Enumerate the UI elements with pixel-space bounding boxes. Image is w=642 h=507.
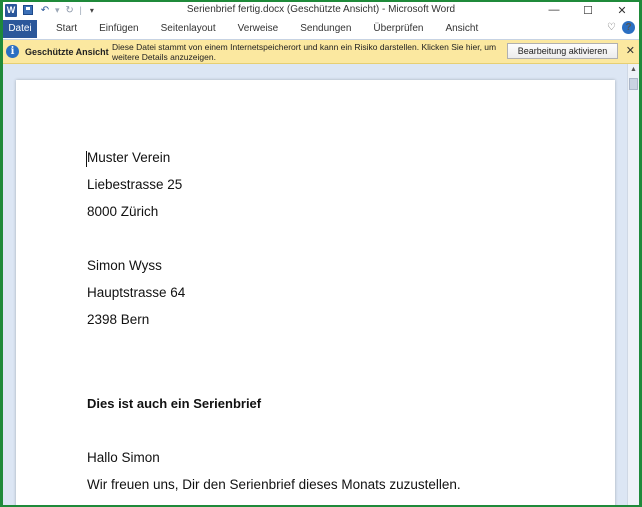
protected-view-title: Geschützte Ansicht [25,46,109,57]
undo-dropdown-icon[interactable]: ▾ [55,5,60,16]
minimize-icon[interactable]: — [537,2,571,18]
close-icon[interactable]: ✕ [605,2,639,18]
tab-ansicht[interactable]: Ansicht [434,20,489,38]
info-icon: i [6,45,19,58]
customize-icon[interactable]: ▾ [85,3,99,17]
help-icon[interactable]: ? [622,21,635,34]
protected-view-bar: i Geschützte Ansicht Diese Datei stammt … [3,40,639,64]
scroll-thumb[interactable] [629,78,638,90]
tab-start[interactable]: Start [45,20,88,38]
document-area: Muster Verein Liebestrasse 25 8000 Züric… [3,64,627,505]
scroll-up-icon[interactable]: ▲ [628,64,639,75]
separator: | [79,5,82,15]
protected-view-message[interactable]: Diese Datei stammt von einem Internetspe… [112,42,500,62]
recipient-city: 2398 Bern [87,312,150,327]
title-bar: W ↶ ▾ ↻ | ▾ Serienbrief fertig.docx (Ges… [3,2,639,18]
document-page[interactable]: Muster Verein Liebestrasse 25 8000 Züric… [16,80,615,505]
sender-city: 8000 Zürich [87,204,159,219]
quick-access-toolbar: W ↶ ▾ ↻ | ▾ [3,2,102,18]
word-window: W ↶ ▾ ↻ | ▾ Serienbrief fertig.docx (Ges… [3,2,639,505]
letter-subject: Dies ist auch ein Serienbrief [87,396,262,411]
sender-street: Liebestrasse 25 [87,177,183,192]
close-icon[interactable]: ✕ [626,44,635,57]
tab-ueberpruefen[interactable]: Überprüfen [362,20,434,38]
tab-seitenlayout[interactable]: Seitenlayout [150,20,227,38]
sender-name: Muster Verein [87,150,171,165]
tab-verweise[interactable]: Verweise [227,20,290,38]
tab-sendungen[interactable]: Sendungen [289,20,362,38]
redo-icon[interactable]: ↻ [63,3,77,17]
greeting: Hallo Simon [87,450,160,465]
vertical-scrollbar[interactable]: ▲ [627,64,639,505]
save-icon[interactable] [21,3,35,17]
recipient-street: Hauptstrasse 64 [87,285,186,300]
ribbon-tabs: Datei Start Einfügen Seitenlayout Verwei… [3,18,639,40]
recipient-name: Simon Wyss [87,258,162,273]
ribbon-collapse-icon[interactable]: ♡ [607,22,616,33]
ribbon-right-controls: ♡ ? [601,21,635,34]
word-logo-icon[interactable]: W [4,3,18,17]
enable-editing-button[interactable]: Bearbeitung aktivieren [507,43,618,59]
body-text: Wir freuen uns, Dir den Serienbrief dies… [87,477,461,492]
undo-icon[interactable]: ↶ [38,3,52,17]
window-controls: — ☐ ✕ [537,2,639,18]
tab-datei[interactable]: Datei [3,19,37,38]
maximize-icon[interactable]: ☐ [571,2,605,18]
tab-einfuegen[interactable]: Einfügen [88,20,149,38]
